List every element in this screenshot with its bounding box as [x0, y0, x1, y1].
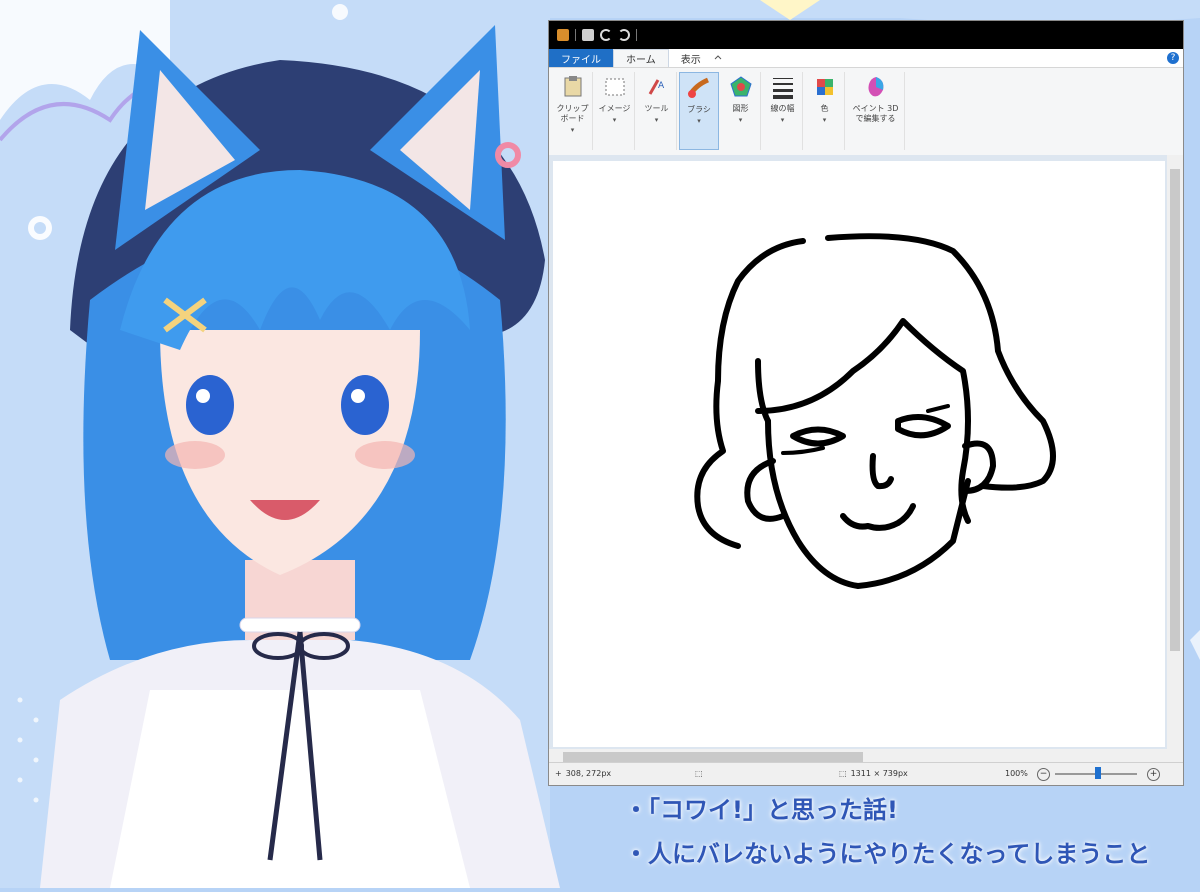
undo-icon[interactable]	[600, 29, 612, 41]
brush-button[interactable]: ブラシ ▾	[679, 72, 719, 150]
topic-item: ・人にバレないようにやりたくなってしまうこと	[624, 840, 1151, 868]
face-drawing	[694, 233, 1056, 589]
paint3d-icon	[868, 77, 883, 97]
cursor-position-value: 308, 272px	[565, 769, 612, 778]
line-width-button[interactable]: 線の幅 ▾	[763, 72, 803, 150]
zoom-out-button[interactable]: −	[1037, 768, 1050, 781]
tab-home[interactable]: ホーム	[613, 49, 669, 67]
image-label: イメージ	[598, 104, 631, 113]
zoom-in-button[interactable]: +	[1147, 768, 1160, 781]
line-width-label: 線の幅	[770, 104, 795, 113]
clipboard-button[interactable]: クリップ ボード ▾	[553, 72, 593, 150]
colors-button[interactable]: 色 ▾	[805, 72, 845, 150]
shapes-button[interactable]: 図形 ▾	[721, 72, 761, 150]
canvas-area	[549, 155, 1183, 765]
dropdown-arrow-icon: ▾	[612, 116, 617, 124]
ribbon-tabs: ファイル ホーム 表示 ?	[549, 49, 1183, 68]
redo-icon[interactable]	[618, 29, 630, 41]
paint3d-button[interactable]: ペイント 3D で編集する	[847, 72, 905, 150]
topic-list: ・「コワイ!」と思った話! ・人にバレないようにやりたくなってしまうこと	[624, 788, 1200, 888]
shapes-label: 図形	[732, 104, 749, 113]
dropdown-arrow-icon: ▾	[654, 116, 659, 124]
shapes-icon	[729, 76, 752, 97]
zoom-level: 100%	[1005, 769, 1028, 778]
dropdown-arrow-icon: ▾	[697, 117, 701, 125]
cursor-position: + 308, 272px	[555, 769, 611, 778]
dropdown-arrow-icon: ▾	[738, 116, 743, 124]
toolbar-separator	[636, 29, 637, 41]
selection-size: ⬚	[695, 769, 703, 778]
toolbar-separator	[575, 29, 576, 41]
paint-app-icon	[557, 29, 569, 41]
save-icon[interactable]	[582, 29, 594, 41]
zoom-slider-thumb[interactable]	[1095, 767, 1101, 779]
image-size-icon: ⬚	[839, 769, 847, 778]
clipboard-icon	[564, 76, 581, 97]
selection-icon: ⬚	[695, 769, 703, 778]
brush-icon	[687, 77, 710, 98]
image-select-icon	[605, 78, 624, 96]
image-size: ⬚ 1311 × 739px	[839, 769, 908, 778]
tab-file[interactable]: ファイル	[549, 49, 613, 67]
ribbon-collapse-icon[interactable]	[713, 53, 723, 63]
status-bar: + 308, 272px ⬚ ⬚ 1311 × 739px 100% − +	[549, 762, 1183, 785]
dropdown-arrow-icon: ▾	[822, 116, 827, 124]
dropdown-arrow-icon: ▾	[570, 126, 575, 134]
svg-text:A: A	[658, 81, 665, 91]
vertical-scroll-thumb[interactable]	[1170, 169, 1180, 651]
drawing-canvas[interactable]	[553, 161, 1165, 747]
topic-item: ・「コワイ!」と思った話!	[624, 796, 898, 824]
brush-label: ブラシ	[687, 105, 711, 114]
ribbon-home: クリップ ボード ▾ イメージ ▾ A ツール ▾ ブラシ ▾ 図形 ▾ 線の幅…	[549, 68, 1183, 159]
dropdown-arrow-icon: ▾	[780, 116, 785, 124]
colors-icon	[816, 79, 833, 95]
line-width-icon	[772, 78, 793, 99]
crosshair-icon: +	[555, 769, 562, 778]
tab-view[interactable]: 表示	[669, 49, 713, 67]
paint3d-label: ペイント 3D で編集する	[852, 104, 899, 123]
tools-icon: A	[648, 79, 665, 95]
image-size-value: 1311 × 739px	[850, 769, 908, 778]
image-button[interactable]: イメージ ▾	[595, 72, 635, 150]
vertical-scrollbar[interactable]	[1167, 155, 1183, 765]
title-bar	[549, 21, 1183, 49]
tools-button[interactable]: A ツール ▾	[637, 72, 677, 150]
zoom-value: 100%	[1005, 769, 1028, 778]
paint-window: ファイル ホーム 表示 ? クリップ ボード ▾ イメージ ▾ A ツール ▾ …	[548, 20, 1184, 786]
help-icon[interactable]: ?	[1167, 52, 1179, 64]
horizontal-scroll-thumb[interactable]	[563, 752, 863, 762]
tools-label: ツール	[644, 104, 669, 113]
clipboard-label: クリップ ボード	[556, 104, 589, 123]
colors-label: 色	[820, 104, 829, 113]
vtuber-avatar	[0, 0, 560, 888]
